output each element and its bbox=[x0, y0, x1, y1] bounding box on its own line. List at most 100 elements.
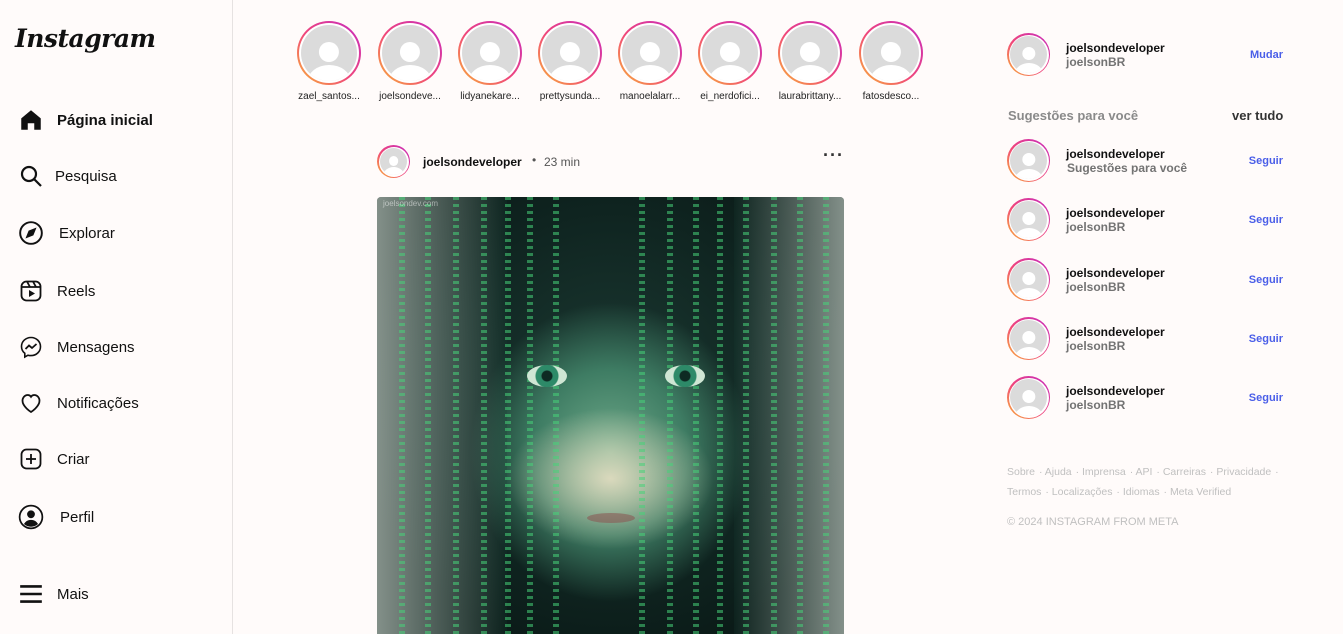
suggestion-username[interactable]: joelsondeveloper bbox=[1066, 325, 1165, 339]
story-item[interactable]: joelsondeve... bbox=[375, 21, 445, 102]
footer-link[interactable]: API bbox=[1136, 466, 1153, 478]
footer-link[interactable]: Sobre bbox=[1007, 466, 1035, 478]
post-image[interactable]: joelsondev.com bbox=[377, 197, 844, 634]
story-username: manoelalarr... bbox=[619, 91, 681, 102]
code-rain bbox=[823, 197, 829, 634]
code-rain bbox=[527, 197, 533, 634]
switch-account-button[interactable]: Mudar bbox=[1250, 49, 1283, 61]
nav-explore[interactable]: Explorar bbox=[18, 217, 115, 249]
avatar bbox=[863, 25, 919, 81]
avatar bbox=[1010, 379, 1047, 416]
footer-link[interactable]: Ajuda bbox=[1045, 466, 1072, 478]
nav-profile[interactable]: Perfil bbox=[18, 501, 94, 533]
suggestion-avatar[interactable] bbox=[1007, 376, 1050, 419]
suggestion-username[interactable]: joelsondeveloper bbox=[1066, 266, 1165, 280]
suggestion-username[interactable]: joelsondeveloper bbox=[1066, 206, 1165, 220]
suggestion-item: joelsondeveloper Sugestões para você Seg… bbox=[1007, 139, 1283, 183]
footer-link[interactable]: Localizações bbox=[1052, 486, 1113, 498]
story-item[interactable]: zael_santos... bbox=[294, 21, 364, 102]
nav-create[interactable]: Criar bbox=[18, 443, 90, 475]
nav-label: Perfil bbox=[60, 508, 95, 526]
footer-link[interactable]: Meta Verified bbox=[1170, 486, 1231, 498]
footer-link[interactable]: Idiomas bbox=[1123, 486, 1160, 498]
avatar bbox=[462, 25, 518, 81]
sidebar: Instagram Página inicial Pesquisa Explor… bbox=[0, 0, 233, 634]
story-item[interactable]: laurabrittany... bbox=[775, 21, 845, 102]
suggestion-item: joelsondeveloper joelsonBR Seguir bbox=[1007, 198, 1283, 242]
code-rain bbox=[453, 197, 459, 634]
suggestion-avatar[interactable] bbox=[1007, 258, 1050, 301]
image-eye-right bbox=[665, 365, 705, 387]
more-options-icon[interactable]: ··· bbox=[823, 145, 844, 166]
suggestion-subtitle: joelsonBR bbox=[1066, 339, 1126, 353]
code-rain bbox=[639, 197, 645, 634]
footer-link[interactable]: Imprensa bbox=[1082, 466, 1126, 478]
nav-reels[interactable]: Reels bbox=[18, 275, 95, 307]
follow-button[interactable]: Seguir bbox=[1249, 274, 1283, 286]
follow-button[interactable]: Seguir bbox=[1249, 155, 1283, 167]
code-rain bbox=[425, 197, 431, 634]
story-item[interactable]: manoelalarr... bbox=[615, 21, 685, 102]
footer-link[interactable]: Carreiras bbox=[1163, 466, 1206, 478]
search-icon bbox=[18, 163, 44, 189]
home-icon bbox=[18, 107, 44, 133]
nav-label: Criar bbox=[57, 450, 90, 468]
code-rain bbox=[743, 197, 749, 634]
code-rain bbox=[505, 197, 511, 634]
story-ring bbox=[698, 21, 762, 85]
story-username: prettysunda... bbox=[539, 91, 601, 102]
story-ring bbox=[297, 21, 361, 85]
avatar bbox=[1010, 261, 1047, 298]
post-username[interactable]: joelsondeveloper bbox=[423, 155, 522, 169]
nav-label: Explorar bbox=[59, 224, 115, 242]
suggestion-username[interactable]: joelsondeveloper bbox=[1066, 384, 1165, 398]
copyright: © 2024 INSTAGRAM FROM META bbox=[1007, 516, 1179, 528]
code-rain bbox=[481, 197, 487, 634]
story-username: zael_santos... bbox=[298, 91, 360, 102]
post-author-avatar[interactable] bbox=[377, 145, 410, 178]
compass-icon bbox=[18, 220, 44, 246]
nav-label: Reels bbox=[57, 282, 96, 300]
suggestion-username[interactable]: joelsondeveloper bbox=[1066, 147, 1165, 161]
story-ring bbox=[378, 21, 442, 85]
follow-button[interactable]: Seguir bbox=[1249, 392, 1283, 404]
suggestion-avatar[interactable] bbox=[1007, 317, 1050, 360]
suggestion-item: joelsondeveloper joelsonBR Seguir bbox=[1007, 317, 1283, 361]
instagram-logo[interactable]: Instagram bbox=[15, 24, 156, 53]
story-item[interactable]: fatosdesco... bbox=[856, 21, 926, 102]
footer-link[interactable]: Privacidade bbox=[1216, 466, 1271, 478]
footer-link[interactable]: Termos bbox=[1007, 486, 1041, 498]
avatar bbox=[622, 25, 678, 81]
follow-button[interactable]: Seguir bbox=[1249, 333, 1283, 345]
suggestion-subtitle: Sugestões para você bbox=[1067, 161, 1188, 175]
story-ring bbox=[618, 21, 682, 85]
story-ring bbox=[538, 21, 602, 85]
story-item[interactable]: ei_nerdofici... bbox=[695, 21, 765, 102]
avatar bbox=[542, 25, 598, 81]
nav-messages[interactable]: Mensagens bbox=[18, 331, 135, 363]
suggestion-avatar[interactable] bbox=[1007, 139, 1050, 182]
nav-search[interactable]: Pesquisa bbox=[18, 160, 117, 192]
code-rain bbox=[771, 197, 777, 634]
nav-label: Página inicial bbox=[57, 111, 153, 129]
current-name: joelsonBR bbox=[1066, 55, 1126, 69]
nav-home[interactable]: Página inicial bbox=[18, 104, 153, 136]
avatar bbox=[782, 25, 838, 81]
see-all-link[interactable]: ver tudo bbox=[1232, 108, 1283, 123]
messenger-icon bbox=[18, 334, 44, 360]
story-username: ei_nerdofici... bbox=[700, 91, 760, 102]
code-rain bbox=[717, 197, 723, 634]
nav-notifications[interactable]: Notificações bbox=[18, 387, 139, 419]
story-item[interactable]: prettysunda... bbox=[535, 21, 605, 102]
current-username[interactable]: joelsondeveloper bbox=[1066, 41, 1165, 55]
current-user-avatar[interactable] bbox=[1007, 33, 1050, 76]
story-username: fatosdesco... bbox=[862, 91, 920, 102]
footer-links: Sobre · Ajuda · Imprensa · API · Carreir… bbox=[1007, 466, 1279, 498]
story-item[interactable]: lidyanekare... bbox=[455, 21, 525, 102]
nav-label: Pesquisa bbox=[55, 167, 117, 185]
suggestion-item: joelsondeveloper joelsonBR Seguir bbox=[1007, 376, 1283, 420]
avatar bbox=[1010, 320, 1047, 357]
nav-more[interactable]: Mais bbox=[18, 578, 89, 610]
suggestion-avatar[interactable] bbox=[1007, 198, 1050, 241]
follow-button[interactable]: Seguir bbox=[1249, 214, 1283, 226]
